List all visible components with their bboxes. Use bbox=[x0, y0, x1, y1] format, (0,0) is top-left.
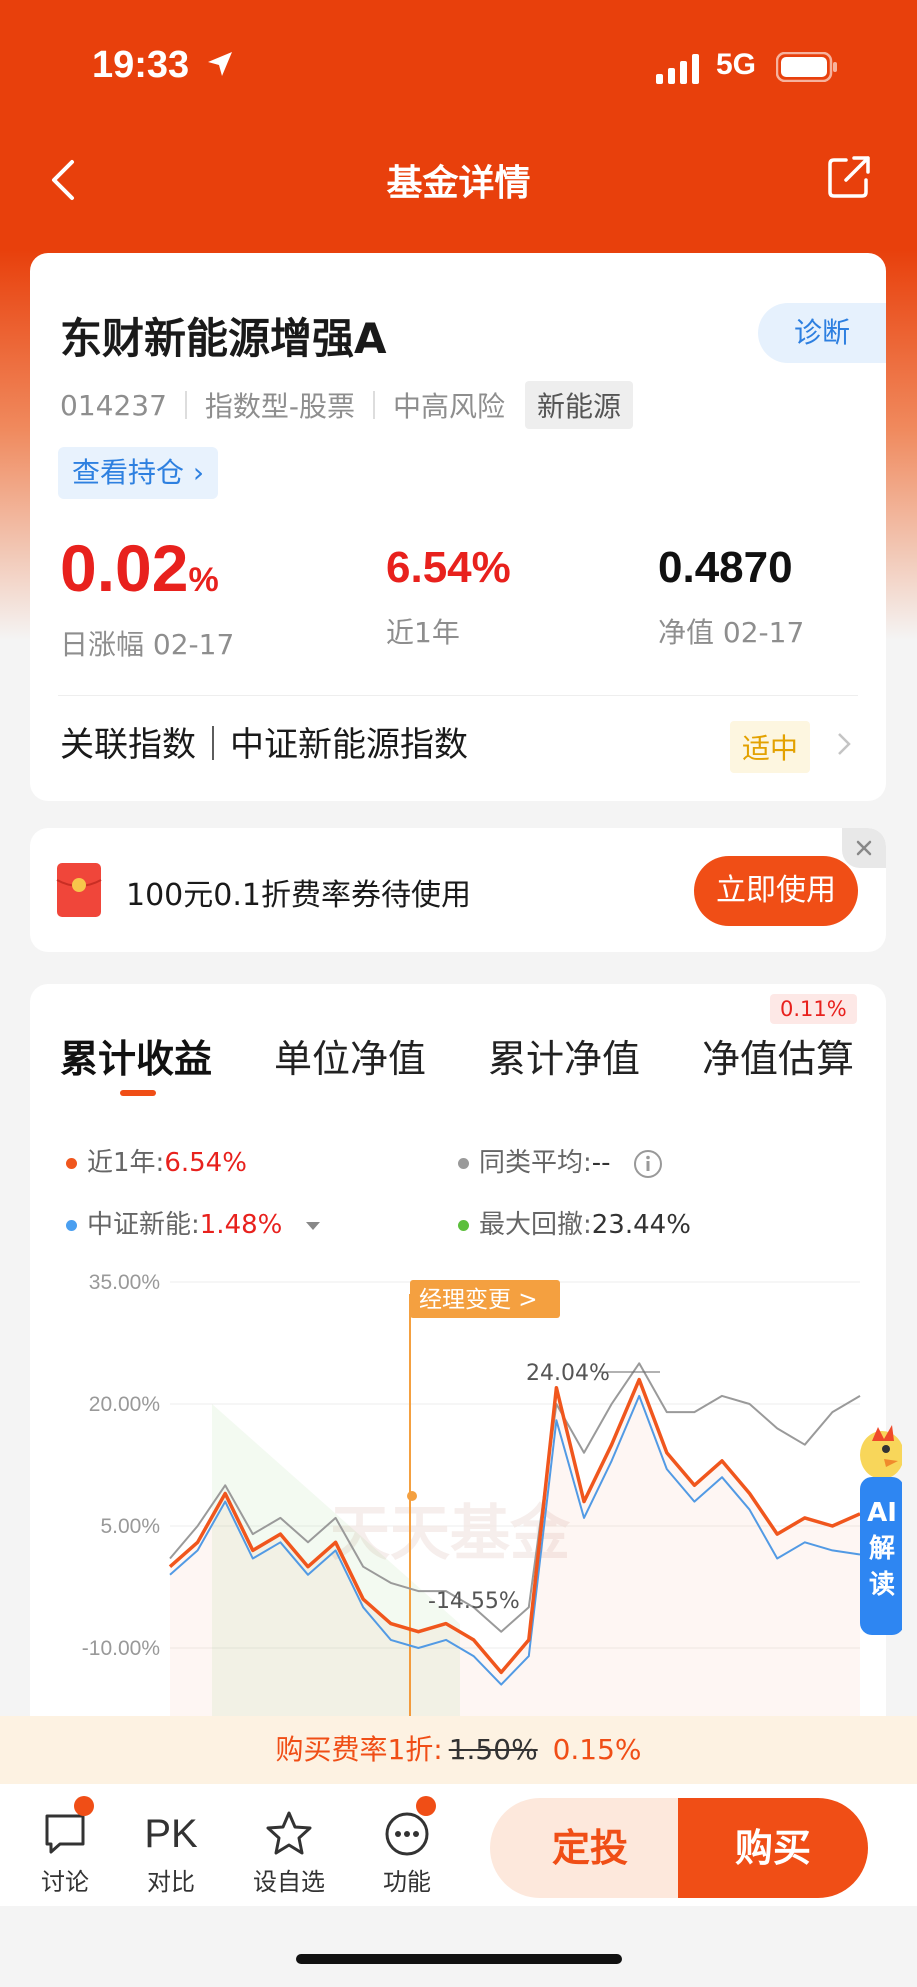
compare-label: 对比 bbox=[147, 1868, 195, 1896]
sip-button[interactable]: 定投 bbox=[490, 1798, 690, 1898]
coupon-text: 100元0.1折费率券待使用 bbox=[126, 878, 471, 913]
year-return-label: 近1年 bbox=[386, 616, 460, 649]
network-type: 5G bbox=[716, 48, 757, 81]
discuss-label: 讨论 bbox=[41, 1868, 89, 1896]
discuss-button[interactable]: 讨论 bbox=[20, 1806, 110, 1897]
bottom-action-bar: 讨论 PK 对比 设自选 功能 定投 购买 bbox=[0, 1784, 917, 1906]
sector-tag[interactable]: 新能源 bbox=[525, 381, 634, 429]
meta-divider bbox=[184, 391, 187, 419]
add-favorite-label: 设自选 bbox=[253, 1868, 325, 1896]
buy-button[interactable]: 购买 bbox=[678, 1798, 868, 1898]
red-envelope-icon bbox=[56, 863, 102, 917]
return-chart[interactable]: 35.00% 20.00% 5.00% -10.00% 天天基金 经理变更 > … bbox=[30, 984, 886, 1744]
functions-label: 功能 bbox=[383, 1868, 431, 1896]
purchase-rate-bar: 购买费率1折: 1.50% 0.15% bbox=[0, 1716, 917, 1784]
battery-icon bbox=[776, 52, 837, 82]
rate-original: 1.50% bbox=[448, 1733, 538, 1766]
view-holdings-label: 查看持仓 bbox=[72, 456, 185, 489]
manager-change-label: 经理变更 > bbox=[419, 1287, 538, 1313]
chevron-right-icon: › bbox=[192, 456, 205, 489]
notification-dot bbox=[416, 1796, 436, 1816]
pk-icon: PK bbox=[144, 1811, 198, 1856]
meta-divider bbox=[373, 391, 375, 419]
chat-bubble-icon bbox=[45, 1814, 85, 1854]
nav-bar: 基金详情 bbox=[0, 140, 917, 220]
svg-text:解: 解 bbox=[869, 1534, 895, 1564]
fund-name: 东财新能源增强A bbox=[60, 314, 387, 363]
daily-change-unit: % bbox=[188, 561, 219, 599]
status-time: 19:33 bbox=[92, 44, 190, 86]
nav-value: 0.4870 bbox=[658, 543, 793, 592]
rate-prefix: 购买费率1折: bbox=[275, 1733, 443, 1766]
use-coupon-button[interactable]: 立即使用 bbox=[694, 856, 858, 926]
page-title: 基金详情 bbox=[386, 163, 531, 204]
year-return-value: 6.54% bbox=[386, 543, 511, 592]
performance-chart-card: 累计收益 单位净值 累计净值 净值估算 0.11% 近1年:6.54% 同类平均… bbox=[30, 984, 886, 1744]
functions-button[interactable]: 功能 bbox=[362, 1806, 452, 1897]
home-indicator bbox=[296, 1954, 622, 1964]
manager-change-point bbox=[407, 1491, 417, 1501]
view-holdings-button[interactable]: 查看持仓 › bbox=[58, 447, 219, 499]
valuation-level-badge: 适中 bbox=[730, 721, 811, 773]
year-return-stat: 6.54% 近1年 bbox=[386, 531, 511, 651]
rate-discounted: 0.15% bbox=[552, 1733, 642, 1766]
fund-risk: 中高风险 bbox=[393, 390, 506, 423]
fund-meta: 014237 指数型-股票 中高风险 新能源 bbox=[60, 381, 634, 429]
close-icon bbox=[856, 840, 872, 856]
daily-change-value: 0.02 bbox=[60, 531, 189, 605]
ai-label: AI bbox=[867, 1498, 897, 1528]
more-icon bbox=[385, 1812, 429, 1856]
daily-change-label: 日涨幅 02-17 bbox=[60, 628, 235, 661]
related-index-link[interactable]: 关联指数｜中证新能源指数 bbox=[60, 715, 468, 775]
svg-text:读: 读 bbox=[869, 1570, 895, 1600]
coupon-card: 100元0.1折费率券待使用 立即使用 bbox=[30, 828, 886, 952]
nav-stat: 0.4870 净值 02-17 bbox=[658, 531, 804, 651]
y-tick-label: -10.00% bbox=[82, 1637, 160, 1660]
nav-label: 净值 02-17 bbox=[658, 616, 805, 649]
add-favorite-button[interactable]: 设自选 bbox=[244, 1806, 334, 1897]
y-tick-label: 35.00% bbox=[89, 1271, 160, 1294]
notification-dot bbox=[74, 1796, 94, 1816]
y-tick-label: 5.00% bbox=[100, 1515, 160, 1538]
chevron-right-icon[interactable] bbox=[836, 731, 852, 757]
fund-code: 014237 bbox=[60, 388, 167, 422]
star-icon bbox=[266, 1811, 312, 1855]
trough-label: -14.55% bbox=[428, 1589, 520, 1614]
fund-summary-card: 东财新能源增强A 诊断 014237 指数型-股票 中高风险 新能源 查看持仓 … bbox=[30, 253, 886, 801]
daily-change-stat: 0.02% 日涨幅 02-17 bbox=[60, 531, 234, 663]
compare-button[interactable]: PK 对比 bbox=[126, 1806, 216, 1897]
status-bar: 19:33 5G bbox=[0, 0, 917, 135]
divider bbox=[58, 695, 858, 696]
close-coupon-button[interactable] bbox=[842, 828, 886, 868]
share-icon[interactable] bbox=[826, 154, 872, 200]
signal-icon bbox=[656, 54, 699, 84]
diagnose-button[interactable]: 诊断 bbox=[758, 303, 886, 363]
fund-type: 指数型-股票 bbox=[204, 390, 355, 423]
ai-interpret-button[interactable]: AI 解 读 bbox=[842, 1405, 902, 1635]
peak-label: 24.04% bbox=[526, 1361, 610, 1386]
y-tick-label: 20.00% bbox=[89, 1393, 160, 1416]
location-icon bbox=[208, 52, 232, 76]
